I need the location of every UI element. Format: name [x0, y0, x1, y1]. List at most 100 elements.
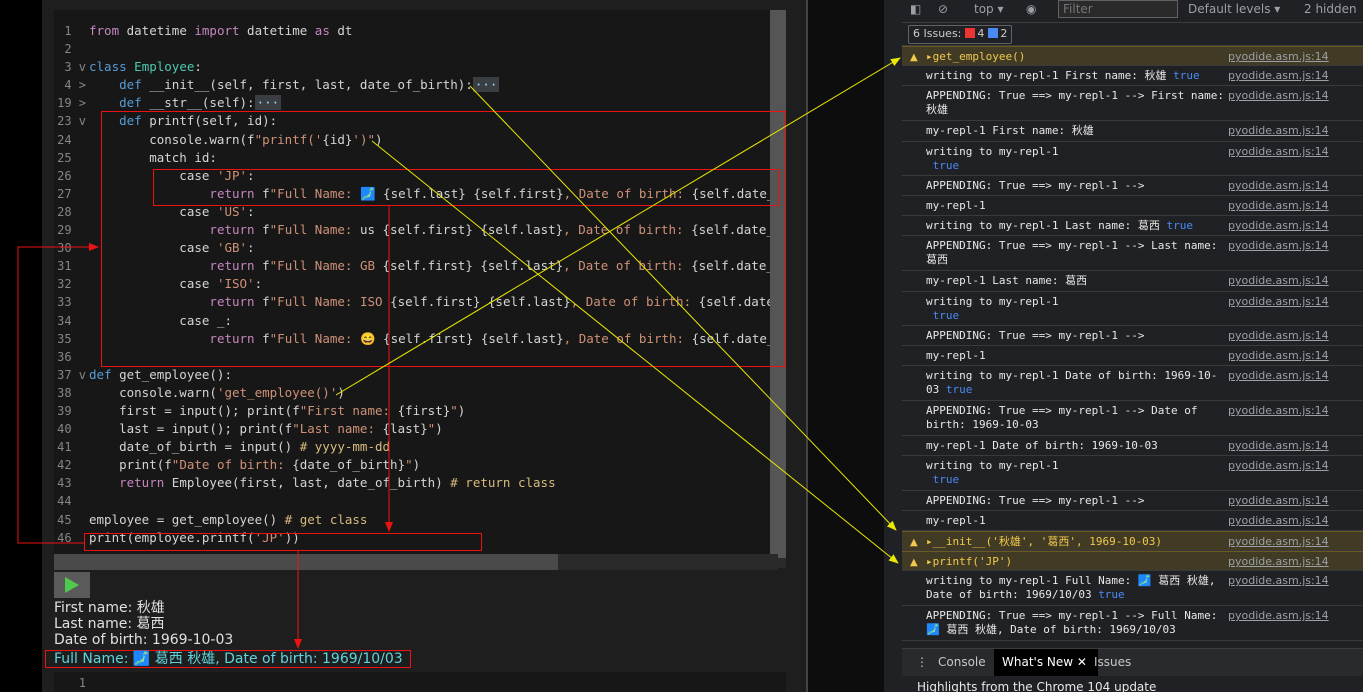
source-link[interactable]: pyodide.asm.js:14: [1228, 369, 1329, 383]
console-warning[interactable]: ▲ ▸get_employee() pyodide.asm.js:14: [902, 46, 1363, 66]
console-message[interactable]: my-repl-1 pyodide.asm.js:14: [902, 196, 1363, 216]
source-link[interactable]: pyodide.asm.js:14: [1228, 459, 1329, 473]
tab-console[interactable]: Console: [930, 649, 994, 676]
output-area: First name: 秋雄 Last name: 葛西 Date of bir…: [54, 600, 654, 648]
console-message[interactable]: APPENDING: True ==> my-repl-1 --> First …: [902, 86, 1363, 121]
source-link[interactable]: pyodide.asm.js:14: [1228, 514, 1329, 528]
code-line[interactable]: return Employee(first, last, date_of_bir…: [89, 474, 772, 492]
code-line[interactable]: def __init__(self, first, last, date_of_…: [89, 76, 772, 94]
console-message[interactable]: writing to my-repl-1 First name: 秋雄 true…: [902, 66, 1363, 86]
editor-horizontal-scrollbar[interactable]: [54, 554, 778, 570]
code-line[interactable]: return f"Full Name: us {self.first} {sel…: [89, 221, 772, 239]
source-link[interactable]: pyodide.asm.js:14: [1228, 145, 1329, 159]
console-message[interactable]: APPENDING: True ==> my-repl-1 --> Full N…: [902, 606, 1363, 641]
code-editor[interactable]: 1 2 3 v 4 > 19 > 23 v 24 25 26 27 28 29 30 3…: [54, 10, 786, 568]
code-token: f: [254, 258, 270, 274]
source-link[interactable]: pyodide.asm.js:14: [1228, 295, 1329, 309]
source-link[interactable]: pyodide.asm.js:14: [1228, 404, 1329, 418]
console-message[interactable]: APPENDING: True ==> my-repl-1 --> pyodide…: [902, 176, 1363, 196]
code-line[interactable]: [89, 348, 772, 366]
console-warning[interactable]: ▲ ▸printf('JP') pyodide.asm.js:14: [902, 551, 1363, 571]
source-link[interactable]: pyodide.asm.js:14: [1228, 89, 1329, 103]
console-message[interactable]: APPENDING: True ==> my-repl-1 --> pyodide…: [902, 491, 1363, 511]
source-link[interactable]: pyodide.asm.js:14: [1228, 555, 1329, 569]
source-link[interactable]: pyodide.asm.js:14: [1228, 535, 1329, 549]
horizontal-scrollbar-thumb[interactable]: [54, 554, 558, 570]
console-message[interactable]: my-repl-1 pyodide.asm.js:14: [902, 511, 1363, 531]
source-link[interactable]: pyodide.asm.js:14: [1228, 574, 1329, 588]
console-message[interactable]: APPENDING: True ==> my-repl-1 --> Last n…: [902, 236, 1363, 271]
console-message[interactable]: writing to my-repl-1 true pyodide.asm.js:…: [902, 142, 1363, 176]
source-link[interactable]: pyodide.asm.js:14: [1228, 50, 1329, 64]
code-line[interactable]: case 'GB':: [89, 239, 772, 257]
code-token: first = input(); print(f: [89, 402, 300, 418]
code-line[interactable]: return f"Full Name: 🗾 {self.last} {self.…: [89, 185, 772, 203]
code-token: return: [209, 185, 255, 201]
code-line[interactable]: [89, 40, 772, 58]
code-token: {self.date_of_birth: [691, 330, 772, 346]
code-line[interactable]: case 'JP':: [89, 167, 772, 185]
code-line[interactable]: def printf(self, id):: [89, 112, 772, 130]
code-line[interactable]: date_of_birth = input() # yyyy-mm-dd: [89, 438, 772, 456]
console-message[interactable]: APPENDING: True ==> my-repl-1 --> pyodide…: [902, 326, 1363, 346]
code-line[interactable]: def __str__(self): ···: [89, 94, 772, 112]
console-message[interactable]: my-repl-1 Date of birth: 1969-10-03 pyodi…: [902, 436, 1363, 456]
source-link[interactable]: pyodide.asm.js:14: [1228, 219, 1329, 233]
source-link[interactable]: pyodide.asm.js:14: [1228, 239, 1329, 253]
clear-console-icon[interactable]: ⊘: [938, 2, 948, 16]
editor-scrollbar-thumb[interactable]: [770, 10, 786, 558]
code-line[interactable]: match id:: [89, 149, 772, 167]
console-message[interactable]: writing to my-repl-1 Date of birth: 1969…: [902, 366, 1363, 401]
issues-button[interactable]: 6 Issues: 4 2: [908, 25, 1013, 44]
source-link[interactable]: pyodide.asm.js:14: [1228, 124, 1329, 138]
code-line[interactable]: employee = get_employee() # get class: [89, 511, 772, 529]
sidebar-toggle-icon[interactable]: ◧: [910, 2, 921, 16]
code-token: f: [254, 330, 270, 346]
code-line[interactable]: print(f"Date of birth: {date_of_birth}"): [89, 456, 772, 474]
code-line[interactable]: from datetime import datetime as dt: [89, 22, 772, 40]
code-line[interactable]: first = input(); print(f"First name: {fi…: [89, 402, 772, 420]
console-message[interactable]: my-repl-1 Last name: 葛西 pyodide.asm.js:14: [902, 271, 1363, 292]
code-line[interactable]: return f"Full Name: GB {self.first} {sel…: [89, 257, 772, 275]
code-line[interactable]: case _:: [89, 312, 772, 330]
source-link[interactable]: pyodide.asm.js:14: [1228, 329, 1329, 343]
code-line[interactable]: last = input(); print(f"Last name: {last…: [89, 420, 772, 438]
code-line[interactable]: return f"Full Name: ISO {self.first} {se…: [89, 293, 772, 311]
eye-icon[interactable]: ◉: [1026, 2, 1036, 16]
console-message[interactable]: APPENDING: True ==> my-repl-1 --> Date o…: [902, 401, 1363, 436]
tab-issues[interactable]: Issues: [1086, 649, 1139, 676]
code-token: 'GB': [216, 240, 248, 256]
tab-whats-new[interactable]: What's New ✕: [994, 649, 1098, 676]
source-link[interactable]: pyodide.asm.js:14: [1228, 494, 1329, 508]
source-link[interactable]: pyodide.asm.js:14: [1228, 179, 1329, 193]
context-selector[interactable]: top ▾: [974, 2, 1004, 16]
code-line[interactable]: case 'US':: [89, 203, 772, 221]
log-levels-dropdown[interactable]: Default levels ▾: [1188, 2, 1280, 16]
code-line[interactable]: class Employee:: [89, 58, 772, 76]
code-line[interactable]: console.warn(f"printf('{id}')"): [89, 131, 772, 149]
code-line[interactable]: console.warn('get_employee()'): [89, 384, 772, 402]
console-message[interactable]: my-repl-1 pyodide.asm.js:14: [902, 346, 1363, 366]
source-link[interactable]: pyodide.asm.js:14: [1228, 69, 1329, 83]
source-link[interactable]: pyodide.asm.js:14: [1228, 349, 1329, 363]
console-message[interactable]: writing to my-repl-1 true pyodide.asm.js:…: [902, 456, 1363, 491]
console-message[interactable]: writing to my-repl-1 true pyodide.asm.js:…: [902, 292, 1363, 326]
second-code-editor[interactable]: 1: [54, 672, 786, 692]
code-line[interactable]: return f"Full Name: 😄 {self.first} {self…: [89, 330, 772, 348]
code-line[interactable]: [89, 492, 772, 510]
source-link[interactable]: pyodide.asm.js:14: [1228, 609, 1329, 623]
console-warning[interactable]: ▲ ▸__init__('秋雄', '葛西', 1969-10-03) pyodid…: [902, 531, 1363, 551]
code-line[interactable]: print(employee.printf('JP')): [89, 529, 772, 547]
console-message[interactable]: writing to my-repl-1 Full Name: 🗾 葛西 秋雄,…: [902, 571, 1363, 606]
source-link[interactable]: pyodide.asm.js:14: [1228, 439, 1329, 453]
console-message[interactable]: my-repl-1 First name: 秋雄 pyodide.asm.js:1…: [902, 121, 1363, 142]
code-line[interactable]: def get_employee():: [89, 366, 772, 384]
editor-scrollbar[interactable]: [770, 10, 786, 568]
code-lines[interactable]: from datetime import datetime as dt class…: [89, 22, 772, 547]
code-line[interactable]: case 'ISO':: [89, 275, 772, 293]
filter-input[interactable]: [1058, 0, 1178, 18]
source-link[interactable]: pyodide.asm.js:14: [1228, 274, 1329, 288]
console-message[interactable]: writing to my-repl-1 Last name: 葛西 true p…: [902, 216, 1363, 236]
run-button[interactable]: [54, 572, 90, 598]
source-link[interactable]: pyodide.asm.js:14: [1228, 199, 1329, 213]
